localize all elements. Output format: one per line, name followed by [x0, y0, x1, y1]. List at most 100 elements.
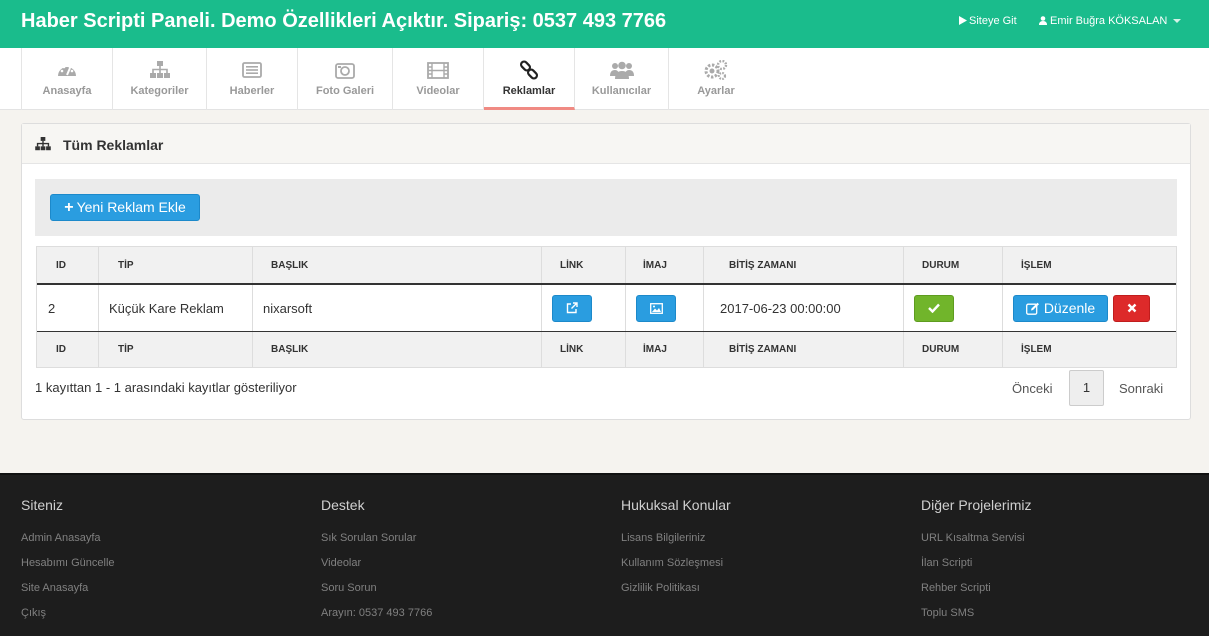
- tab-foto-galeri[interactable]: Foto Galeri: [298, 48, 393, 110]
- tab-label: Videolar: [416, 85, 460, 97]
- column-footer-actions: İŞLEM: [1021, 344, 1052, 355]
- column-header-id[interactable]: ID: [37, 247, 99, 283]
- footer-link[interactable]: URL Kısaltma Servisi: [921, 532, 1201, 557]
- sitemap-icon: [149, 61, 170, 78]
- column-header-type[interactable]: TİP: [99, 247, 253, 283]
- edit-button[interactable]: Düzenle: [1013, 294, 1108, 322]
- tab-videolar[interactable]: Videolar: [393, 48, 484, 110]
- footer-link[interactable]: Gizlilik Politikası: [621, 582, 901, 607]
- panel-toolbar: + Yeni Reklam Ekle: [35, 179, 1177, 236]
- sitemap-icon: [35, 137, 51, 151]
- user-icon: [1039, 16, 1047, 25]
- footer-link[interactable]: Kullanım Sözleşmesi: [621, 557, 901, 582]
- footer-heading: Diğer Projelerimiz: [921, 497, 1032, 513]
- footer-link[interactable]: Lisans Bilgileriniz: [621, 532, 901, 557]
- add-ad-button[interactable]: + Yeni Reklam Ekle: [50, 194, 200, 221]
- footer-link[interactable]: Sık Sorulan Sorular: [321, 532, 601, 557]
- tab-label: Reklamlar: [502, 85, 556, 97]
- panel-title: Tüm Reklamlar: [63, 137, 164, 153]
- cell-title: nixarsoft: [253, 285, 542, 331]
- footer-link[interactable]: Rehber Scripti: [921, 582, 1201, 607]
- delete-button[interactable]: [1113, 294, 1150, 322]
- tab-anasayfa[interactable]: Anasayfa: [21, 48, 113, 110]
- dashboard-icon: [58, 65, 76, 76]
- pagination-next[interactable]: Sonraki: [1119, 381, 1163, 396]
- film-icon: [427, 61, 449, 79]
- pagination-page[interactable]: 1: [1069, 370, 1104, 406]
- footer-link[interactable]: Admin Anasayfa: [21, 532, 301, 557]
- table-header: ID TİP BAŞLIK LİNK İMAJ BİTİŞ ZAMANI DUR…: [37, 247, 1176, 285]
- table-row: 2 Küçük Kare Reklam nixarsoft 2017-06-23…: [37, 285, 1176, 331]
- tab-label: Anasayfa: [42, 85, 92, 97]
- column-footer-type: TİP: [99, 332, 253, 367]
- image-icon: [649, 302, 663, 314]
- footer-link[interactable]: Hesabımı Güncelle: [21, 557, 301, 582]
- column-header-actions[interactable]: İŞLEM: [1003, 247, 1178, 283]
- tab-kategoriler[interactable]: Kategoriler: [113, 48, 207, 110]
- site-link-label: Siteye Git: [969, 15, 1017, 27]
- cogs-icon: [704, 60, 728, 80]
- panel-header: Tüm Reklamlar: [22, 124, 1190, 164]
- view-image-button[interactable]: [636, 294, 676, 322]
- column-header-end-time[interactable]: BİTİŞ ZAMANI: [704, 247, 904, 283]
- footer-column-destek: Destek Sık Sorulan Sorular Videolar Soru…: [321, 497, 601, 632]
- top-header: Haber Scripti Paneli. Demo Özellikleri A…: [0, 0, 1209, 48]
- tab-ayarlar[interactable]: Ayarlar: [669, 48, 763, 110]
- footer-link[interactable]: Site Anasayfa: [21, 582, 301, 607]
- footer-heading: Hukuksal Konular: [621, 497, 731, 513]
- tab-haberler[interactable]: Haberler: [207, 48, 298, 110]
- cell-status: [904, 285, 1003, 331]
- tab-reklamlar[interactable]: Reklamlar: [484, 48, 575, 110]
- play-icon: [959, 16, 967, 25]
- column-footer-status: DURUM: [904, 332, 1003, 367]
- status-active-button[interactable]: [914, 294, 954, 322]
- edit-icon: [1025, 302, 1039, 315]
- column-footer-end-time: BİTİŞ ZAMANI: [704, 332, 904, 367]
- external-link-icon: [566, 302, 578, 314]
- column-header-image[interactable]: İMAJ: [626, 247, 704, 283]
- footer-heading: Destek: [321, 497, 365, 513]
- cell-end-time: 2017-06-23 00:00:00: [704, 285, 904, 331]
- footer-link[interactable]: Arayın: 0537 493 7766: [321, 607, 601, 632]
- check-icon: [928, 303, 940, 313]
- column-header-title[interactable]: BAŞLIK: [253, 247, 542, 283]
- newspaper-icon: [242, 62, 262, 78]
- plus-icon: +: [64, 199, 74, 216]
- cell-link: [542, 285, 626, 331]
- cell-id: 2: [37, 285, 99, 331]
- ads-table: ID TİP BAŞLIK LİNK İMAJ BİTİŞ ZAMANI DUR…: [36, 246, 1177, 368]
- column-header-link[interactable]: LİNK: [542, 247, 626, 283]
- tab-label: Foto Galeri: [315, 85, 375, 97]
- ads-panel: Tüm Reklamlar + Yeni Reklam Ekle ID TİP B…: [21, 123, 1191, 420]
- column-header-status[interactable]: DURUM: [904, 247, 1003, 283]
- close-icon: [1127, 303, 1136, 313]
- cell-image: [626, 285, 704, 331]
- cell-actions: Düzenle: [1003, 285, 1178, 331]
- main-nav: Anasayfa Kategoriler Haberler Foto Galer…: [0, 48, 1209, 110]
- footer-column-projeler: Diğer Projelerimiz URL Kısaltma Servisi …: [921, 497, 1201, 632]
- footer-link[interactable]: Soru Sorun: [321, 582, 601, 607]
- footer: Siteniz Admin Anasayfa Hesabımı Güncelle…: [0, 473, 1209, 636]
- tab-label: Ayarlar: [697, 85, 735, 97]
- column-footer-link: LİNK: [542, 332, 626, 367]
- tab-label: Kullanıcılar: [591, 85, 652, 97]
- users-icon: [609, 61, 634, 79]
- link-icon: [519, 60, 539, 80]
- footer-link[interactable]: İlan Scripti: [921, 557, 1201, 582]
- user-name: Emir Buğra KÖKSALAN: [1050, 15, 1168, 27]
- tab-label: Haberler: [229, 85, 275, 97]
- column-footer-image: İMAJ: [626, 332, 704, 367]
- pagination-prev[interactable]: Önceki: [1012, 381, 1052, 396]
- footer-column-hukuksal: Hukuksal Konular Lisans Bilgileriniz Kul…: [621, 497, 901, 607]
- camera-icon: [335, 62, 355, 79]
- column-footer-id: ID: [37, 332, 99, 367]
- tab-kullanicilar[interactable]: Kullanıcılar: [575, 48, 669, 110]
- site-link[interactable]: Siteye Git: [959, 15, 1017, 27]
- footer-link[interactable]: Çıkış: [21, 607, 301, 632]
- footer-link[interactable]: Videolar: [321, 557, 601, 582]
- edit-label: Düzenle: [1043, 300, 1096, 316]
- column-footer-title: BAŞLIK: [253, 332, 542, 367]
- user-menu[interactable]: Emir Buğra KÖKSALAN: [1039, 15, 1182, 27]
- open-link-button[interactable]: [552, 294, 592, 322]
- footer-link[interactable]: Toplu SMS: [921, 607, 1201, 632]
